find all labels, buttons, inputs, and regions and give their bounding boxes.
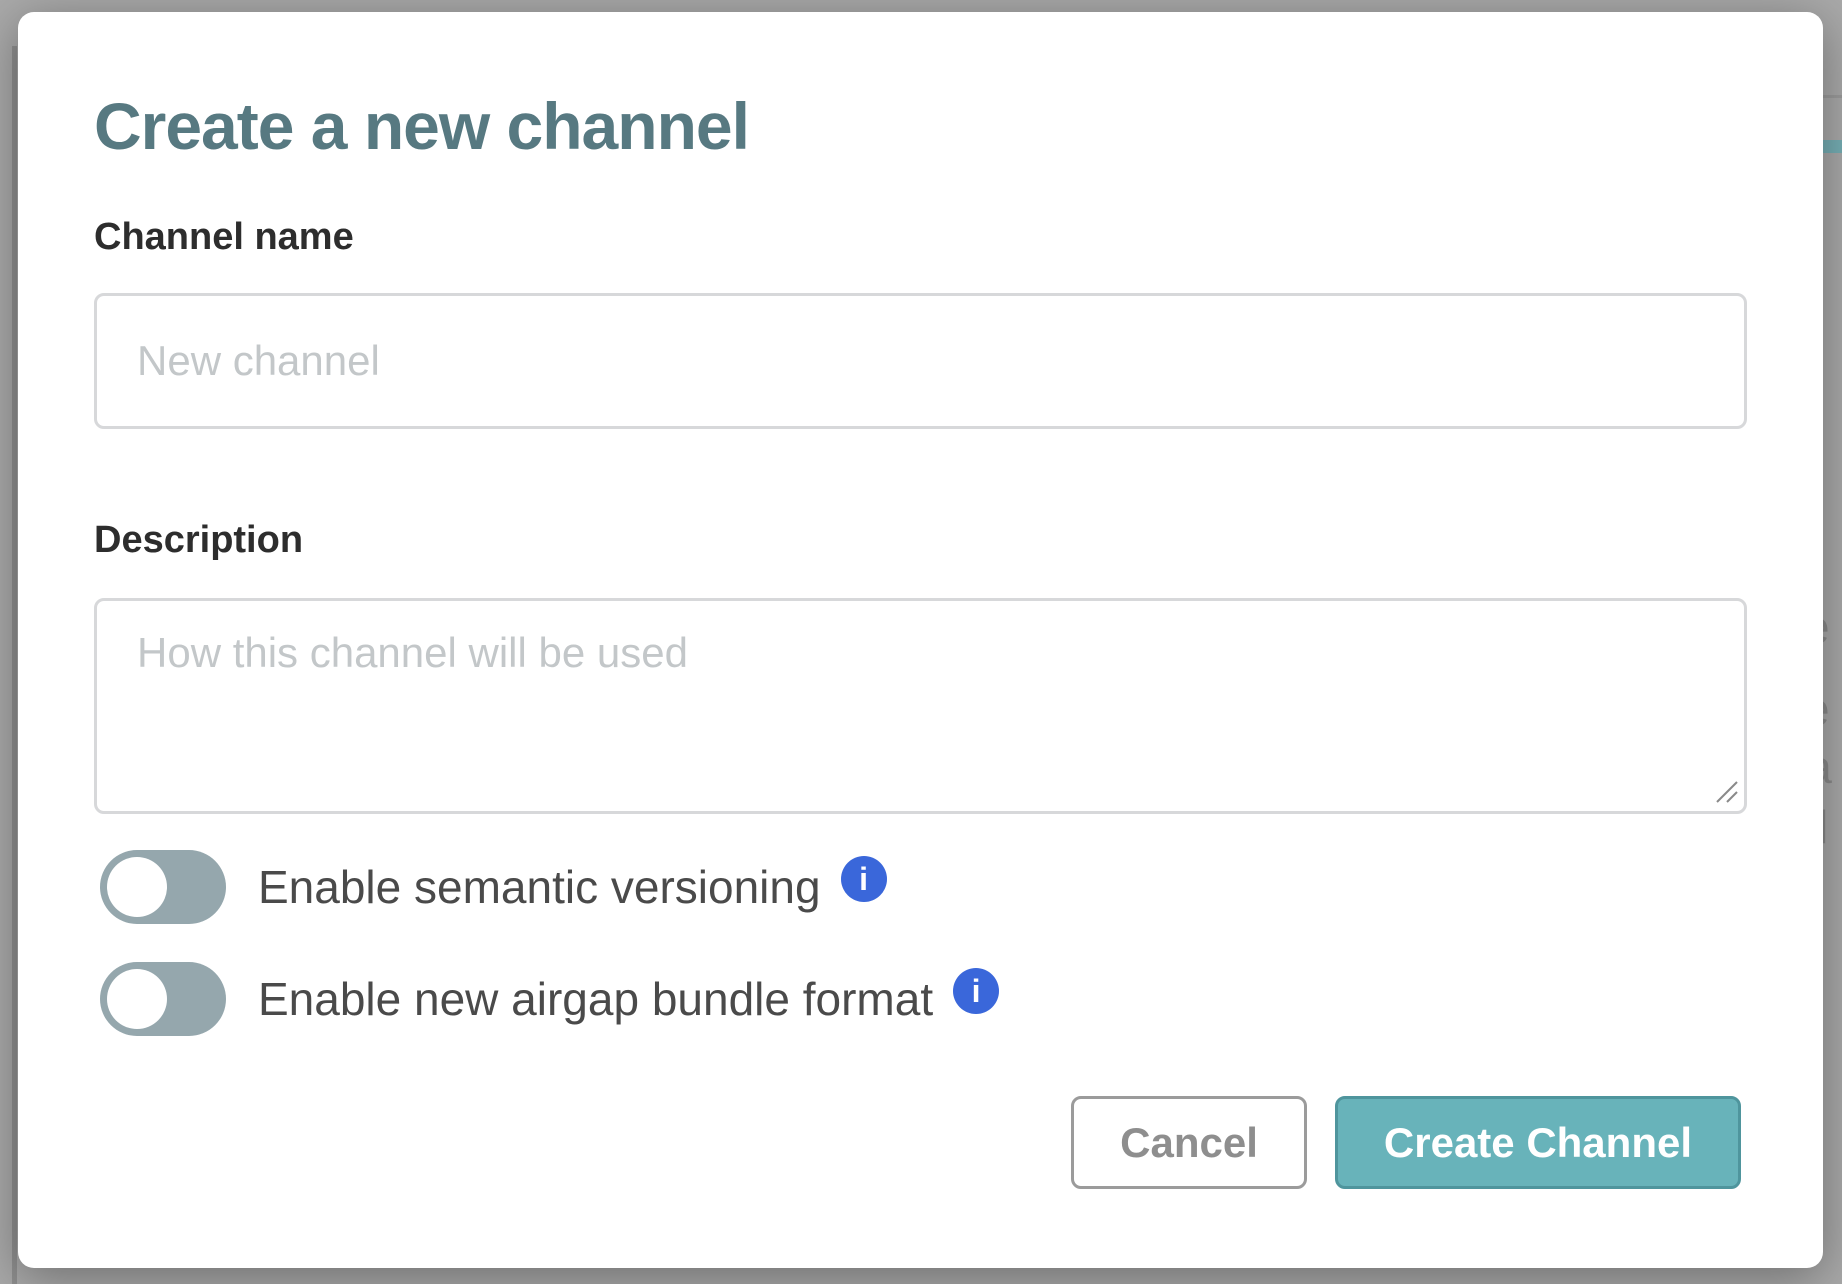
description-label: Description [94,519,1747,562]
toggle-knob [107,857,167,917]
background-teal-accent [1823,140,1842,153]
textarea-resize-handle[interactable] [1713,778,1739,804]
description-textarea[interactable] [94,598,1747,814]
semantic-versioning-row: Enable semantic versioning i [100,850,1747,924]
airgap-bundle-toggle[interactable] [100,962,226,1036]
create-channel-modal: Create a new channel Channel name Descri… [18,12,1823,1268]
semantic-versioning-label: Enable semantic versioning [258,860,821,914]
channel-name-label: Channel name [94,216,1747,259]
background-divider-line [1823,95,1842,98]
modal-title: Create a new channel [94,12,1747,164]
create-channel-button[interactable]: Create Channel [1335,1096,1741,1189]
airgap-bundle-label: Enable new airgap bundle format [258,972,933,1026]
channel-name-input[interactable] [94,293,1747,429]
info-icon[interactable]: i [841,856,887,902]
cancel-button[interactable]: Cancel [1071,1096,1307,1189]
airgap-bundle-row: Enable new airgap bundle format i [100,962,1747,1036]
modal-actions: Cancel Create Channel [94,1096,1741,1189]
background-page-edge [12,46,17,1284]
description-field-wrap [94,598,1747,814]
semantic-versioning-toggle[interactable] [100,850,226,924]
info-icon[interactable]: i [953,968,999,1014]
toggle-knob [107,969,167,1029]
